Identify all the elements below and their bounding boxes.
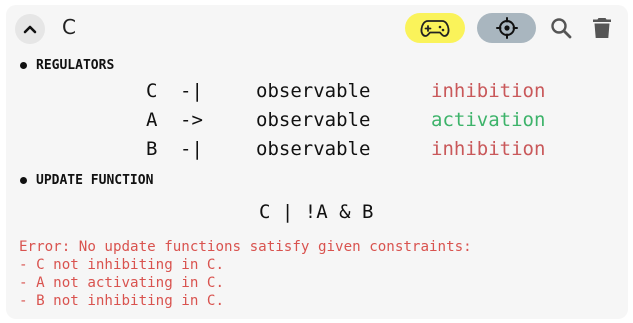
game-mode-button[interactable]: [405, 13, 465, 43]
search-button[interactable]: [548, 15, 574, 41]
bullet-icon: [20, 61, 27, 69]
update-function-input[interactable]: C | !A & B: [259, 200, 373, 224]
crosshair-icon: [495, 17, 518, 39]
error-line: - B not inhibiting in C.: [19, 293, 224, 309]
chevron-up-icon: [23, 25, 37, 34]
regulator-source: C: [146, 80, 158, 102]
effect-toggle[interactable]: activation: [431, 108, 545, 132]
focus-button[interactable]: [477, 13, 536, 43]
error-line: Error: No update functions satisfy given…: [19, 239, 472, 255]
observable-toggle[interactable]: observable: [256, 137, 370, 161]
variable-card: C REGULATORS C -| observable inhibition …: [6, 5, 628, 319]
regulator-source: B: [146, 138, 158, 160]
effect-toggle[interactable]: inhibition: [431, 79, 545, 103]
error-line: - C not inhibiting in C.: [19, 257, 224, 273]
regulator-source: A: [146, 109, 158, 131]
observable-toggle[interactable]: observable: [256, 108, 370, 132]
observable-toggle[interactable]: observable: [256, 79, 370, 103]
collapse-button[interactable]: [15, 14, 45, 44]
regulator-arrow: ->: [180, 109, 203, 131]
effect-toggle[interactable]: inhibition: [431, 137, 545, 161]
regulators-heading-label: REGULATORS: [36, 57, 115, 73]
bullet-icon: [20, 176, 27, 184]
regulator-arrow: -|: [180, 138, 203, 160]
delete-button[interactable]: [589, 15, 615, 41]
update-function-heading: UPDATE FUNCTION: [20, 172, 153, 188]
update-function-heading-label: UPDATE FUNCTION: [36, 172, 154, 188]
regulators-heading: REGULATORS: [20, 57, 114, 73]
search-icon: [551, 18, 572, 39]
error-line: - A not activating in C.: [19, 275, 224, 291]
trash-icon: [593, 18, 611, 38]
variable-title: C: [62, 15, 76, 39]
regulator-arrow: -|: [180, 80, 203, 102]
error-message: Error: No update functions satisfy given…: [19, 238, 472, 310]
gamepad-icon: [420, 20, 450, 37]
